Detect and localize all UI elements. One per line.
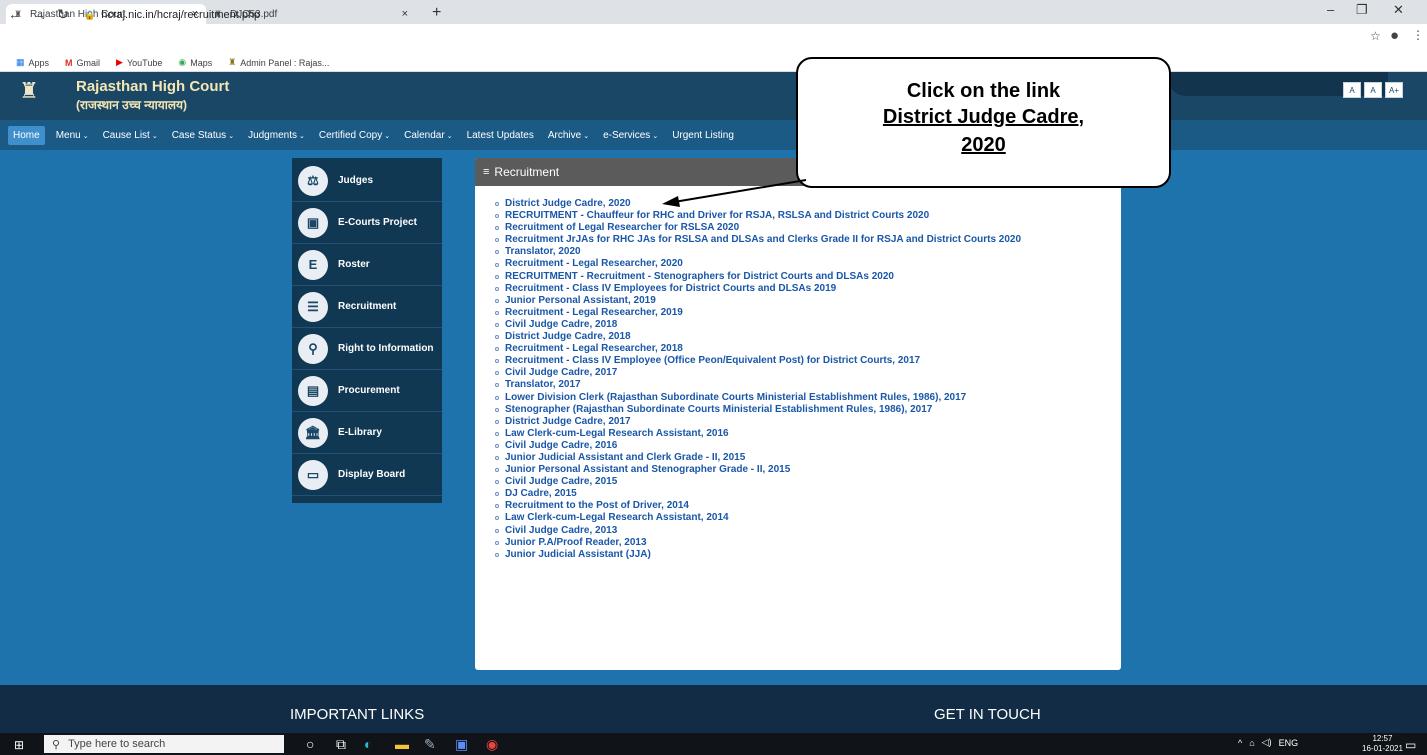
clock-time: 12:57	[1372, 734, 1393, 743]
task-view-icon[interactable]: ⧉	[336, 736, 346, 753]
notifications-icon[interactable]: ▭	[1405, 738, 1416, 752]
get-in-touch-heading: GET IN TOUCH	[934, 706, 1041, 723]
clock-date: 16-01-2021	[1362, 744, 1403, 753]
chrome-icon[interactable]: ◉	[486, 736, 498, 753]
taskbar-search-input[interactable]: ⚲ Type here to search	[44, 735, 284, 753]
app-icon[interactable]: ✎	[424, 736, 436, 753]
important-links-heading: IMPORTANT LINKS	[290, 706, 425, 723]
taskbar-clock[interactable]: 12:57 16-01-2021	[1362, 734, 1403, 754]
network-icon[interactable]: ⌂	[1249, 738, 1254, 748]
callout-arrowhead	[662, 196, 680, 207]
callout-arrow-line	[673, 179, 807, 203]
tray-chevron-icon[interactable]: ^	[1238, 738, 1242, 748]
volume-icon[interactable]: ◁)	[1262, 737, 1272, 748]
calendar-app-icon[interactable]: ▣	[455, 736, 468, 753]
file-explorer-icon[interactable]: ▬	[395, 736, 409, 752]
site-footer	[0, 685, 1427, 733]
cortana-icon[interactable]: ○	[306, 736, 314, 752]
search-placeholder: Type here to search	[68, 738, 166, 750]
system-tray: ^ ⌂ ◁) ENG	[1238, 737, 1298, 748]
language-indicator[interactable]: ENG	[1279, 738, 1299, 748]
search-icon: ⚲	[52, 738, 61, 751]
windows-start-icon[interactable]: ⊞	[14, 738, 24, 752]
edge-icon[interactable]: ◐	[364, 736, 372, 752]
callout-arrow	[662, 179, 807, 207]
